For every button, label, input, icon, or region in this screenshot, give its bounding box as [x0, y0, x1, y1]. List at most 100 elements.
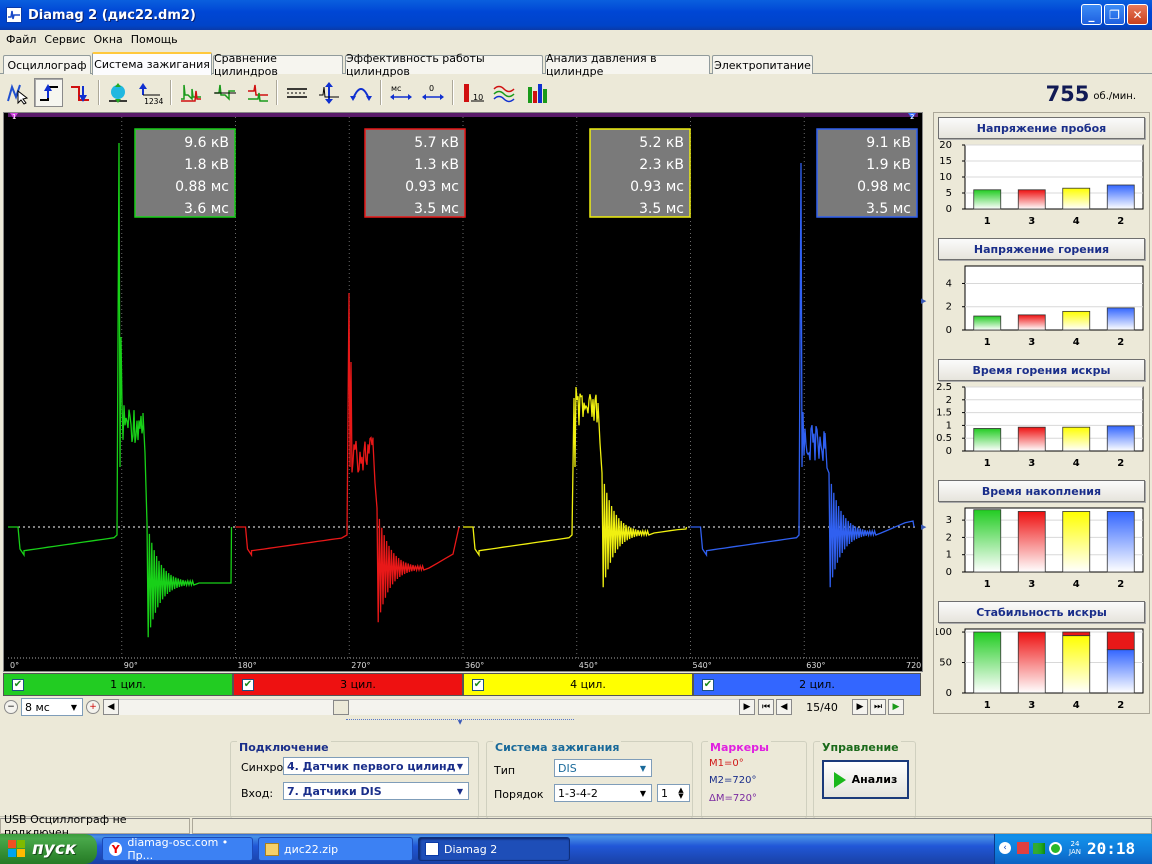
- y-tick-label: 0: [946, 325, 952, 336]
- tab-strip: Осциллограф Система зажигания Сравнение …: [0, 52, 1152, 78]
- y-tick-label: 2.5: [936, 383, 952, 393]
- tab-cylinder-pressure[interactable]: Анализ давления в цилиндре: [545, 52, 710, 78]
- timebase-select[interactable]: 8 мс ▼: [21, 698, 83, 716]
- tray-status-icon[interactable]: [1049, 842, 1062, 855]
- tab-cylinder-efficiency[interactable]: Эффективность работы цилиндров: [345, 52, 543, 78]
- readout-value: 3.5 мс: [414, 201, 459, 217]
- time-deg-icon[interactable]: 0: [418, 78, 447, 107]
- vertical-zoom-icon[interactable]: [314, 78, 343, 107]
- first-frame-icon[interactable]: ⏮: [758, 699, 774, 715]
- channel-4-checkbox[interactable]: ✔: [472, 678, 484, 691]
- menu-windows[interactable]: Окна: [90, 33, 127, 46]
- y-tick-label: 100: [936, 627, 952, 638]
- tray-signal-icon[interactable]: [1033, 843, 1045, 854]
- arc-fit-icon[interactable]: [346, 78, 375, 107]
- channel-4[interactable]: ✔ 4 цил.: [463, 673, 693, 696]
- stat-chart-title[interactable]: Время горения искры: [938, 359, 1145, 381]
- bar-cylinder-3: [1017, 631, 1046, 694]
- trigger-fall-icon[interactable]: [65, 78, 94, 107]
- spinner-arrows-icon[interactable]: ▲ ▼: [675, 787, 687, 800]
- auto-scale-icon[interactable]: [103, 78, 132, 107]
- status-bar: USB Осциллограф не подключен: [0, 813, 1152, 839]
- play-icon: [833, 771, 846, 788]
- minimize-button[interactable]: _: [1081, 4, 1102, 25]
- bar-cylinder-3: [1017, 314, 1046, 331]
- tab-cylinder-comparison[interactable]: Сравнение цилиндров: [213, 52, 343, 78]
- tab-ignition-system[interactable]: Система зажигания: [92, 52, 212, 75]
- channel-4-label: 4 цил.: [570, 678, 606, 691]
- channel-3[interactable]: ✔ 3 цил.: [233, 673, 463, 696]
- analyze-button[interactable]: Анализ: [822, 760, 909, 799]
- view-raster-icon[interactable]: [243, 78, 272, 107]
- bar-cylinder-2: [1106, 307, 1135, 331]
- channel-2-checkbox[interactable]: ✔: [702, 678, 714, 691]
- app-icon: [425, 842, 439, 856]
- stat-chart-title[interactable]: Напряжение горения: [938, 238, 1145, 260]
- prev-frame-icon[interactable]: ◀: [776, 699, 792, 715]
- last-frame-icon[interactable]: ⏭: [870, 699, 886, 715]
- x-category-label: 1: [984, 700, 991, 711]
- sync-select[interactable]: 4. Датчик первого цилинд ▼: [283, 757, 469, 775]
- order-select[interactable]: 1-3-4-2 ▼: [554, 784, 652, 802]
- menu-help[interactable]: Помощь: [127, 33, 182, 46]
- time-scrollbar[interactable]: [119, 699, 739, 715]
- oscilloscope-view[interactable]: 9.6 кВ 1.8 кВ 0.88 мс 3.6 мс 5.7 кВ 1.3 кВ 0.9…: [3, 112, 923, 672]
- bar-cylinder-3: [1017, 426, 1046, 452]
- input-select[interactable]: 7. Датчики DIS ▼: [283, 782, 469, 800]
- start-button[interactable]: пуск: [0, 834, 97, 864]
- menu-file[interactable]: Файл: [2, 33, 40, 46]
- menu-service[interactable]: Сервис: [40, 33, 89, 46]
- close-button[interactable]: ✕: [1127, 4, 1148, 25]
- channel-2[interactable]: ✔ 2 цил.: [693, 673, 921, 696]
- task-browser[interactable]: Y diamag-osc.com • Пр...: [102, 836, 253, 862]
- tab-oscilloscope[interactable]: Осциллограф: [3, 55, 91, 74]
- type-select[interactable]: DIS ▼: [554, 759, 652, 777]
- stat-chart-title[interactable]: Напряжение пробоя: [938, 117, 1145, 139]
- zoom-in-icon[interactable]: +: [86, 700, 100, 714]
- bar-cylinder-1: [973, 189, 1002, 210]
- scroll-right-icon[interactable]: ▶: [739, 699, 755, 715]
- markers-title: Маркеры: [708, 741, 771, 754]
- x-category-label: 3: [1028, 700, 1035, 711]
- view-overlay-icon[interactable]: [176, 78, 205, 107]
- trigger-rise-icon[interactable]: [34, 78, 63, 107]
- readout-value: 3.5 мс: [866, 201, 911, 217]
- x-category-label: 3: [1028, 579, 1035, 590]
- readout-value: 1.3 кВ: [414, 157, 459, 173]
- expand-arrow-icon-2[interactable]: ▶: [921, 523, 929, 531]
- y-tick-label: 0: [946, 688, 952, 699]
- cursor-tool-icon[interactable]: [3, 78, 32, 107]
- cylinder-order-icon[interactable]: 1234: [136, 78, 165, 107]
- expand-arrow-icon[interactable]: ▶: [921, 297, 929, 305]
- tray-network-icon[interactable]: [1017, 842, 1029, 854]
- next-frame-icon[interactable]: ▶: [852, 699, 868, 715]
- bar-cylinder-2: [1106, 511, 1135, 573]
- bar-scale-icon[interactable]: 10: [458, 78, 487, 107]
- time-ms-icon[interactable]: мс: [386, 78, 415, 107]
- order-spinner[interactable]: 1 ▲ ▼: [657, 784, 690, 802]
- scroll-left-icon[interactable]: ◀: [103, 699, 119, 715]
- input-label: Вход:: [241, 787, 274, 800]
- stat-chart-1: Напряжение пробоя 20 15 10 5 0 1 3 4 2: [936, 115, 1147, 234]
- tray-arrow-icon[interactable]: ‹: [999, 842, 1011, 854]
- date-day: 24: [1070, 840, 1080, 848]
- zoom-out-icon[interactable]: −: [4, 700, 18, 714]
- sync-value: 4. Датчик первого цилинд: [287, 759, 456, 773]
- play-icon[interactable]: ▶: [888, 699, 904, 715]
- stat-chart-title[interactable]: Стабильность искры: [938, 601, 1145, 623]
- view-parade-icon[interactable]: [210, 78, 239, 107]
- channel-1-checkbox[interactable]: ✔: [12, 678, 24, 691]
- x-category-label: 2: [1117, 216, 1124, 227]
- channel-3-checkbox[interactable]: ✔: [242, 678, 254, 691]
- tab-power-supply[interactable]: Электропитание: [712, 55, 813, 74]
- waves-icon[interactable]: [490, 78, 519, 107]
- bar-chart-icon[interactable]: [522, 78, 551, 107]
- task-diamag[interactable]: Diamag 2: [418, 837, 570, 861]
- channel-1[interactable]: ✔ 1 цил.: [3, 673, 233, 696]
- x-tick-label: 450°: [579, 661, 598, 670]
- maximize-button[interactable]: ❐: [1104, 4, 1125, 25]
- task-zip[interactable]: дис22.zip: [258, 837, 413, 861]
- stat-chart-title[interactable]: Время накопления: [938, 480, 1145, 502]
- grid-lines-icon[interactable]: [282, 78, 311, 107]
- scroll-thumb[interactable]: [333, 700, 349, 715]
